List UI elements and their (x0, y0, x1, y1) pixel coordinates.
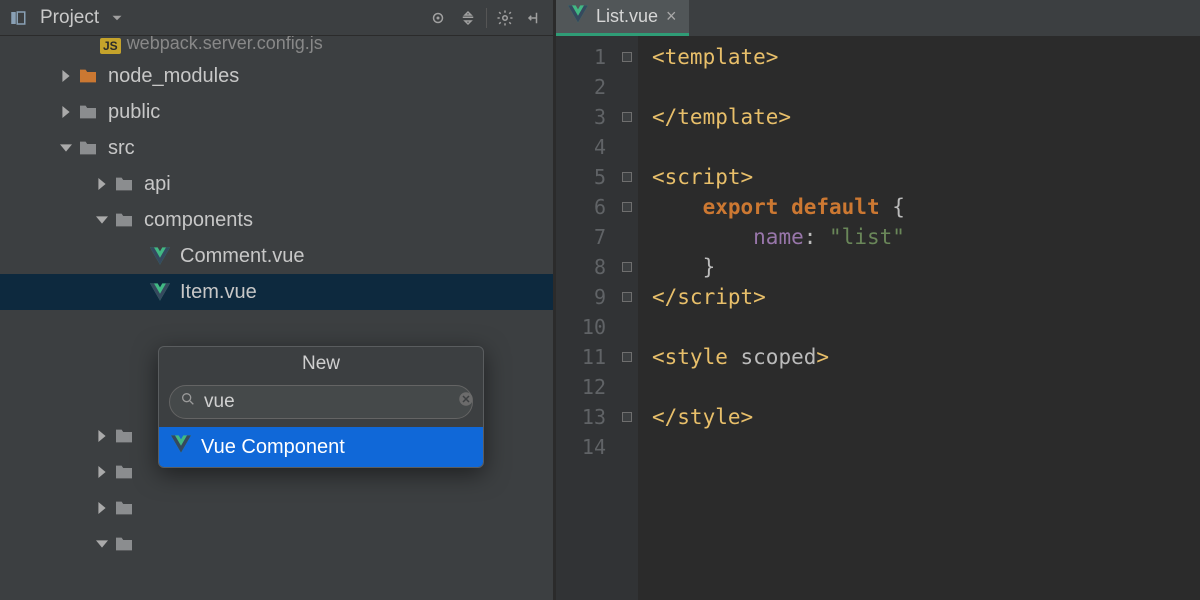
clear-icon[interactable] (457, 390, 475, 414)
folder-icon (112, 424, 136, 448)
chevron-down-icon[interactable] (56, 142, 76, 154)
chevron-right-icon[interactable] (92, 178, 112, 190)
code-line[interactable]: <script> (652, 162, 1200, 192)
chevron-down-icon[interactable] (92, 538, 112, 550)
code-text[interactable]: <template> </template> <script> export d… (638, 36, 1200, 600)
tree-row[interactable]: src (0, 130, 553, 166)
code-line[interactable]: export default { (652, 192, 1200, 222)
fold-handle[interactable] (622, 262, 632, 272)
tree-item-label: src (108, 137, 135, 160)
code-editor[interactable]: 1234567891011121314 <template> </templat… (556, 36, 1200, 600)
search-icon (180, 391, 196, 413)
tree-item-label: components (144, 209, 253, 232)
fold-handle[interactable] (622, 292, 632, 302)
code-line[interactable]: <template> (652, 42, 1200, 72)
vue-icon (171, 435, 191, 459)
tree-item-label: Item.vue (180, 281, 257, 304)
tree-row[interactable]: public (0, 94, 553, 130)
tree-row[interactable] (0, 490, 553, 526)
editor-tab-list-vue[interactable]: List.vue × (556, 0, 689, 36)
tree-item-label: Comment.vue (180, 245, 305, 268)
new-popup-title: New (159, 347, 483, 381)
code-line[interactable] (652, 432, 1200, 462)
vue-icon (148, 280, 172, 304)
editor-tab-label: List.vue (596, 6, 658, 27)
tree-row[interactable]: Item.vue (0, 274, 553, 310)
code-line[interactable]: </template> (652, 102, 1200, 132)
editor-tabs: List.vue × (556, 0, 1200, 36)
hide-panel-icon[interactable] (523, 6, 547, 30)
new-popup-search-input[interactable] (204, 391, 449, 413)
project-panel-title: Project (40, 7, 99, 29)
fold-handle[interactable] (622, 202, 632, 212)
tree-item-label: public (108, 101, 160, 124)
fold-handle[interactable] (622, 112, 632, 122)
chevron-right-icon[interactable] (92, 502, 112, 514)
project-tree[interactable]: node_modulespublic srcapi components Commen… (0, 54, 553, 600)
project-view-icon[interactable] (6, 6, 30, 30)
tree-item-label: api (144, 173, 171, 196)
tree-row[interactable] (0, 310, 553, 346)
folder-icon (76, 136, 100, 160)
tree-row[interactable]: components (0, 202, 553, 238)
line-gutter: 1234567891011121314 (556, 36, 616, 600)
project-panel: Project JS webpack.server.config.js node… (0, 0, 556, 600)
chevron-right-icon[interactable] (92, 466, 112, 478)
locate-icon[interactable] (426, 6, 450, 30)
fold-handle[interactable] (622, 172, 632, 182)
chevron-right-icon[interactable] (56, 106, 76, 118)
tree-row[interactable]: Comment.vue (0, 238, 553, 274)
vue-icon (568, 5, 588, 28)
tree-row[interactable]: api (0, 166, 553, 202)
fold-handle[interactable] (622, 352, 632, 362)
code-line[interactable] (652, 72, 1200, 102)
editor-panel: List.vue × 1234567891011121314 <template… (556, 0, 1200, 600)
code-line[interactable]: } (652, 252, 1200, 282)
tree-row[interactable]: node_modules (0, 58, 553, 94)
new-popup-item-label: Vue Component (201, 436, 345, 459)
folder-icon (76, 64, 100, 88)
vue-icon (148, 244, 172, 268)
code-line[interactable] (652, 312, 1200, 342)
chevron-down-icon[interactable] (92, 214, 112, 226)
folder-icon (112, 460, 136, 484)
js-file-icon: JS (100, 38, 121, 54)
new-popup-search[interactable] (169, 385, 473, 419)
chevron-right-icon[interactable] (56, 70, 76, 82)
code-line[interactable] (652, 132, 1200, 162)
fold-column (616, 36, 638, 600)
tree-item-label: webpack.server.config.js (127, 36, 323, 54)
fold-handle[interactable] (622, 52, 632, 62)
gear-icon[interactable] (493, 6, 517, 30)
code-line[interactable]: <style scoped> (652, 342, 1200, 372)
code-line[interactable]: </style> (652, 402, 1200, 432)
project-panel-header: Project (0, 0, 553, 36)
chevron-right-icon[interactable] (92, 430, 112, 442)
code-line[interactable]: </script> (652, 282, 1200, 312)
folder-icon (76, 100, 100, 124)
fold-handle[interactable] (622, 412, 632, 422)
folder-icon (112, 496, 136, 520)
new-popup-item-vue-component[interactable]: Vue Component (159, 427, 483, 467)
close-icon[interactable]: × (666, 6, 677, 27)
code-line[interactable] (652, 372, 1200, 402)
tree-item-label: node_modules (108, 65, 239, 88)
project-dropdown-icon[interactable] (105, 6, 129, 30)
folder-icon (112, 172, 136, 196)
code-line[interactable]: name: "list" (652, 222, 1200, 252)
folder-icon (112, 532, 136, 556)
folder-icon (112, 208, 136, 232)
collapse-all-icon[interactable] (456, 6, 480, 30)
tree-row-cut: JS webpack.server.config.js (0, 36, 553, 54)
new-file-popup: New Vue Component (158, 346, 484, 468)
tree-row[interactable] (0, 526, 553, 562)
